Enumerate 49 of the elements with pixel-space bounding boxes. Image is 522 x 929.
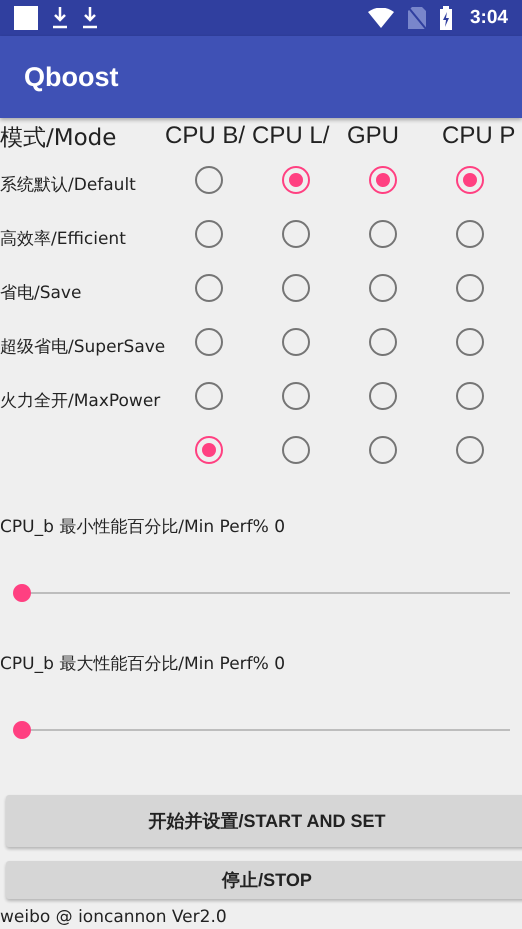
radio-button[interactable] <box>195 436 223 464</box>
slider-thumb[interactable] <box>13 721 31 739</box>
notification-icon <box>14 6 38 30</box>
column-header: CPU B/ <box>165 122 246 150</box>
radio-button[interactable] <box>282 220 310 248</box>
radio-button[interactable] <box>369 220 397 248</box>
radio-button[interactable] <box>282 166 310 194</box>
radio-button[interactable] <box>195 166 223 194</box>
stop-button[interactable]: 停止/STOP <box>6 861 522 899</box>
wifi-icon <box>368 8 394 28</box>
radio-button[interactable] <box>456 382 484 410</box>
column-header: CPU P <box>442 122 516 150</box>
mode-label: 超级省电/SuperSave <box>0 336 166 358</box>
no-sim-icon <box>408 7 426 29</box>
mode-label: 高效率/Efficient <box>0 228 127 250</box>
download-icon <box>82 7 98 29</box>
radio-button[interactable] <box>369 274 397 302</box>
download-icon <box>52 7 68 29</box>
start-button[interactable]: 开始并设置/START AND SET <box>6 795 522 847</box>
radio-button[interactable] <box>195 220 223 248</box>
radio-button[interactable] <box>456 274 484 302</box>
radio-button[interactable] <box>369 166 397 194</box>
column-header: CPU L/ <box>252 122 330 150</box>
slider-thumb[interactable] <box>13 584 31 602</box>
radio-button[interactable] <box>282 382 310 410</box>
radio-button[interactable] <box>282 274 310 302</box>
app-title: Qboost <box>24 62 118 92</box>
radio-button[interactable] <box>456 166 484 194</box>
column-header: GPU <box>347 122 400 150</box>
radio-button[interactable] <box>195 328 223 356</box>
battery-charging-icon <box>440 6 452 30</box>
radio-button[interactable] <box>282 436 310 464</box>
slider-label: CPU_b 最大性能百分比/Min Perf% 0 <box>0 653 286 675</box>
radio-button[interactable] <box>456 328 484 356</box>
radio-button[interactable] <box>456 220 484 248</box>
mode-label: 省电/Save <box>0 282 82 304</box>
radio-button[interactable] <box>282 328 310 356</box>
slider-label: CPU_b 最小性能百分比/Min Perf% 0 <box>0 516 286 538</box>
clock-time: 3:04 <box>470 7 508 29</box>
radio-button[interactable] <box>195 382 223 410</box>
mode-label: 火力全开/MaxPower <box>0 390 162 412</box>
mode-label: 系统默认/Default <box>0 174 137 196</box>
radio-button[interactable] <box>456 436 484 464</box>
radio-button[interactable] <box>369 436 397 464</box>
radio-button[interactable] <box>195 274 223 302</box>
footer-text: weibo @ ioncannon Ver2.0 <box>0 907 228 927</box>
radio-button[interactable] <box>369 328 397 356</box>
radio-button[interactable] <box>369 382 397 410</box>
column-header: 模式/Mode <box>0 124 118 153</box>
